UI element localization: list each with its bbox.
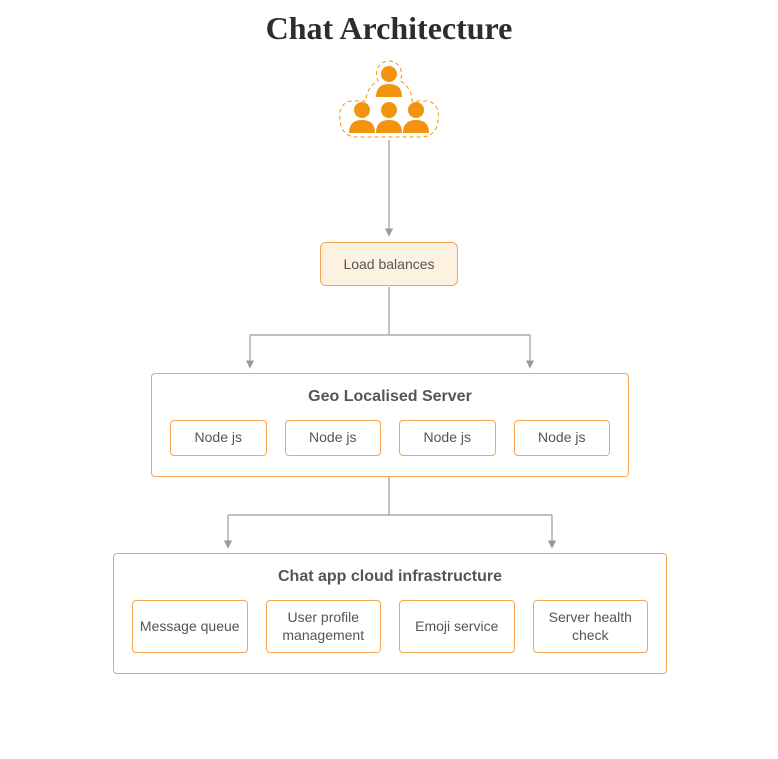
- node-box: Node js: [170, 420, 267, 456]
- node-box: Node js: [285, 420, 382, 456]
- node-box: Node js: [514, 420, 611, 456]
- infrastructure-title: Chat app cloud infrastructure: [132, 568, 648, 586]
- service-box: Message queue: [132, 600, 248, 653]
- architecture-diagram: Load balances Geo Localised Server Node …: [0, 47, 778, 747]
- load-balancer-box: Load balances: [320, 242, 458, 286]
- geo-server-title: Geo Localised Server: [170, 388, 610, 406]
- diagram-title: Chat Architecture: [0, 0, 778, 47]
- service-box: Server health check: [533, 600, 649, 653]
- node-box: Node js: [399, 420, 496, 456]
- service-box: User profile management: [266, 600, 382, 653]
- geo-server-nodes: Node js Node js Node js Node js: [170, 420, 610, 456]
- infrastructure-container: Chat app cloud infrastructure Message qu…: [113, 553, 667, 674]
- geo-server-container: Geo Localised Server Node js Node js Nod…: [151, 373, 629, 477]
- infrastructure-services: Message queue User profile management Em…: [132, 600, 648, 653]
- service-box: Emoji service: [399, 600, 515, 653]
- users-icon: [334, 57, 444, 146]
- load-balancer-label: Load balances: [343, 256, 434, 272]
